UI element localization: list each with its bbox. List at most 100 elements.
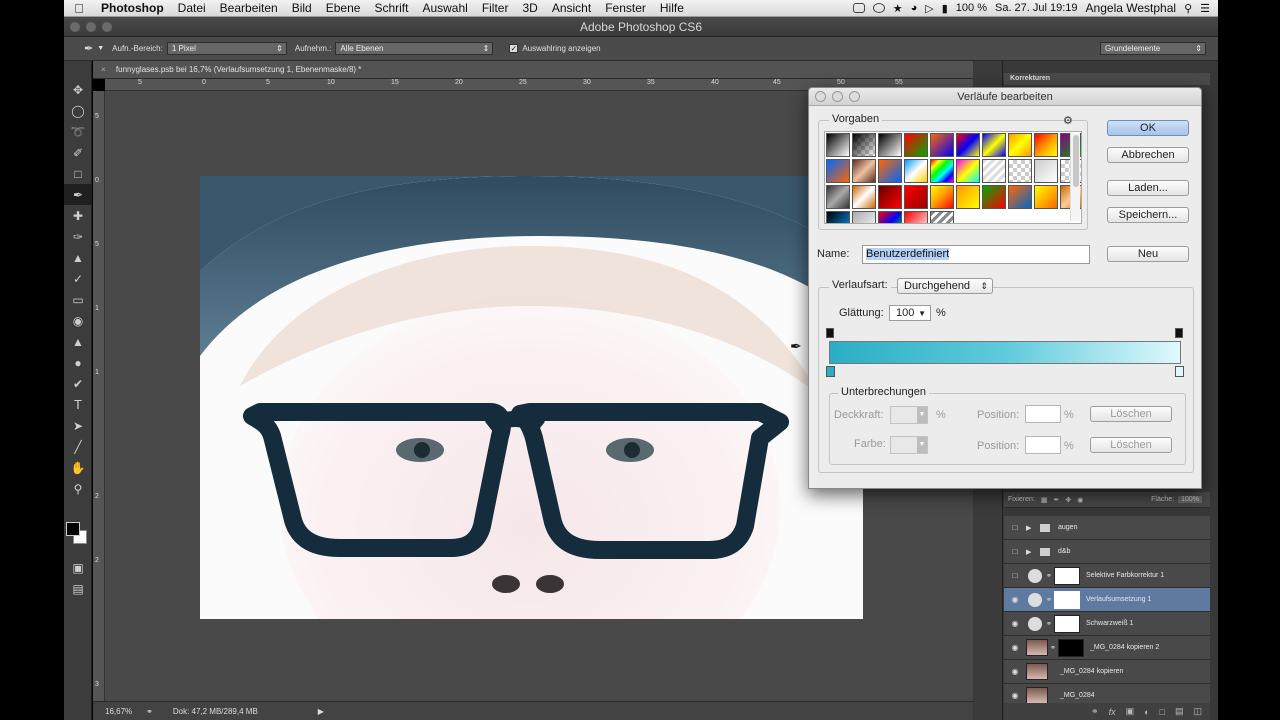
preset-swatch[interactable] xyxy=(956,159,980,183)
color-stop-right[interactable] xyxy=(1175,366,1184,377)
preset-swatch[interactable] xyxy=(1034,159,1058,183)
preset-swatch[interactable] xyxy=(826,133,850,157)
layer-mask-thumbnail[interactable] xyxy=(1054,566,1080,585)
eye-icon[interactable]: ◉ xyxy=(1004,595,1026,604)
preset-swatch[interactable] xyxy=(826,185,850,209)
spotlight-icon[interactable]: ⚲ xyxy=(1184,2,1192,15)
preset-swatch[interactable] xyxy=(878,159,902,183)
eraser-tool-icon[interactable]: ▭ xyxy=(64,289,92,310)
new-layer-icon[interactable]: ▤ xyxy=(1175,706,1184,717)
menu-bild[interactable]: Bild xyxy=(285,1,319,15)
close-tab-icon[interactable]: × xyxy=(101,65,106,74)
preset-swatch[interactable] xyxy=(930,159,954,183)
preset-swatch[interactable] xyxy=(826,159,850,183)
name-field[interactable]: Benutzerdefiniert xyxy=(862,245,1090,264)
foreground-color-swatch[interactable] xyxy=(66,522,80,536)
preset-swatch[interactable] xyxy=(878,185,902,209)
path-select-tool-icon[interactable]: ➤ xyxy=(64,415,92,436)
ruler-vertical[interactable]: 5 0 5 1 1 2 2 3 xyxy=(93,91,105,701)
link-layers-icon[interactable]: ⚭ xyxy=(1091,706,1099,717)
pen-tool-icon[interactable]: ✔ xyxy=(64,373,92,394)
preset-swatch[interactable] xyxy=(904,211,928,223)
preset-swatch[interactable] xyxy=(878,133,902,157)
apple-icon[interactable]:  xyxy=(64,1,94,16)
canvas-image[interactable] xyxy=(200,176,863,619)
menu-fenster[interactable]: Fenster xyxy=(598,1,653,15)
preset-swatch[interactable] xyxy=(930,185,954,209)
quick-select-tool-icon[interactable]: ✐ xyxy=(64,142,92,163)
menu-app[interactable]: Photoshop xyxy=(94,1,171,15)
expand-group-icon[interactable]: ▶ xyxy=(1026,524,1034,532)
eye-icon[interactable]: ◉ xyxy=(1004,691,1026,700)
color-position-field[interactable] xyxy=(1025,436,1061,454)
type-tool-icon[interactable]: T xyxy=(64,394,92,415)
visibility-toggle[interactable]: □ xyxy=(1004,547,1026,556)
zoom-window-button[interactable] xyxy=(102,22,112,32)
chevron-down-icon[interactable]: ▼ xyxy=(918,307,926,321)
preset-swatch[interactable] xyxy=(982,159,1006,183)
preset-swatch[interactable] xyxy=(982,133,1006,157)
menu-filter[interactable]: Filter xyxy=(475,1,516,15)
preset-swatch[interactable] xyxy=(904,159,928,183)
link-icon[interactable]: ⚭ xyxy=(1050,644,1058,652)
history-brush-tool-icon[interactable]: ✓ xyxy=(64,268,92,289)
workspace-select[interactable]: Grundelemente xyxy=(1100,42,1206,55)
hand-tool-icon[interactable]: ✋ xyxy=(64,457,92,478)
link-icon[interactable]: ⚭ xyxy=(1046,596,1054,604)
menu-3d[interactable]: 3D xyxy=(515,1,544,15)
brush-tool-icon[interactable]: ✑ xyxy=(64,226,92,247)
close-window-button[interactable] xyxy=(70,22,80,32)
scrollbar-thumb[interactable] xyxy=(1073,135,1079,187)
eyedropper-preset-icon[interactable]: ✒ xyxy=(84,42,93,55)
status-menu-arrow-icon[interactable]: ▶ xyxy=(318,707,324,716)
opacity-position-field[interactable] xyxy=(1025,405,1061,423)
sync-icon[interactable] xyxy=(852,3,865,13)
chat-icon[interactable] xyxy=(872,3,885,13)
preset-swatch[interactable] xyxy=(1034,133,1058,157)
dialog-titlebar[interactable]: Verläufe bearbeiten xyxy=(809,88,1201,106)
layer-mask-thumbnail[interactable] xyxy=(1058,638,1084,657)
layer-row[interactable]: ◉ ⚭ Schwarzweiß 1 xyxy=(1004,612,1210,636)
preset-swatch[interactable] xyxy=(1008,133,1032,157)
notification-icon[interactable]: ☰ xyxy=(1200,2,1210,15)
eyedropper-tool-icon[interactable]: ✒ xyxy=(64,184,92,205)
menu-schrift[interactable]: Schrift xyxy=(367,1,415,15)
layer-row[interactable]: □ ▶ d&b xyxy=(1004,540,1210,564)
eye-icon[interactable]: ◉ xyxy=(1004,643,1026,652)
gear-icon[interactable]: ⚙ xyxy=(1063,114,1073,127)
preset-swatch[interactable] xyxy=(904,185,928,209)
adjustments-tab[interactable]: Korrekturen xyxy=(1004,73,1210,85)
visibility-toggle[interactable]: □ xyxy=(1004,571,1026,580)
battery-icon[interactable]: ▮ xyxy=(942,2,948,15)
menu-ebene[interactable]: Ebene xyxy=(319,1,368,15)
smoothness-field[interactable]: 100 ▼ xyxy=(889,305,931,321)
lock-pixels-icon[interactable]: ✒ xyxy=(1053,496,1059,504)
ok-button[interactable]: OK xyxy=(1107,120,1189,136)
preset-swatch[interactable] xyxy=(1008,185,1032,209)
blur-tool-icon[interactable]: ▲ xyxy=(64,331,92,352)
layer-row-selected[interactable]: ◉ ⚭ Verlaufsumsetzung 1 xyxy=(1004,588,1210,612)
fill-value[interactable]: 100% xyxy=(1178,496,1202,503)
user-name[interactable]: Angela Westphal xyxy=(1086,1,1177,15)
sample-size-select[interactable]: 1 Pixel xyxy=(166,42,287,55)
preset-swatch[interactable] xyxy=(852,159,876,183)
stamp-tool-icon[interactable]: ▲ xyxy=(64,247,92,268)
zoom-icon[interactable]: ⚭ xyxy=(146,707,153,716)
preset-swatch[interactable] xyxy=(852,211,876,223)
dialog-zoom-button[interactable] xyxy=(849,91,860,102)
opacity-stop-right[interactable] xyxy=(1175,328,1183,338)
eye-icon[interactable]: ◉ xyxy=(1004,667,1026,676)
sample-layers-select[interactable]: Alle Ebenen xyxy=(335,42,494,55)
quick-mask-icon[interactable]: ▣ xyxy=(64,557,92,578)
opacity-stop-left[interactable] xyxy=(826,328,834,338)
crop-tool-icon[interactable]: □ xyxy=(64,163,92,184)
preset-swatch[interactable] xyxy=(930,211,954,223)
presets-scrollbar[interactable] xyxy=(1070,133,1080,221)
preset-swatch[interactable] xyxy=(1008,159,1032,183)
preset-swatch[interactable] xyxy=(1034,185,1058,209)
link-icon[interactable]: ⚭ xyxy=(1046,620,1054,628)
link-icon[interactable]: ⚭ xyxy=(1046,572,1054,580)
lock-all-icon[interactable]: ◉ xyxy=(1077,496,1083,504)
layer-row[interactable]: □ ⚭ Selektive Farbkorrektur 1 xyxy=(1004,564,1210,588)
color-stop-left[interactable] xyxy=(826,366,835,377)
